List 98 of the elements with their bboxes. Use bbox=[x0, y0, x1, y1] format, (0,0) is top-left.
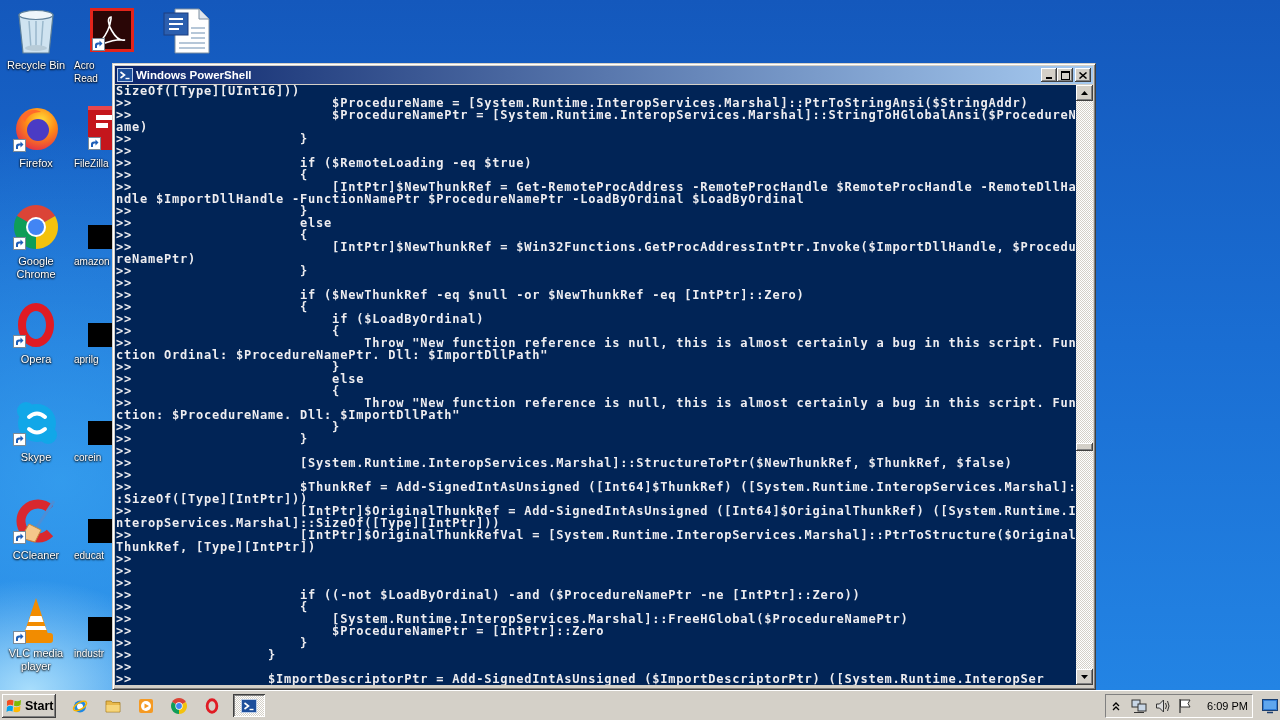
thumbnail-icon[interactable] bbox=[88, 519, 112, 543]
clock[interactable]: 6:09 PM bbox=[1207, 699, 1248, 712]
icon-label[interactable]: Opera bbox=[20, 353, 52, 366]
wheel-icon[interactable] bbox=[13, 204, 59, 250]
console-line: reNamePtr) bbox=[116, 253, 197, 265]
console-line: >> if ($NewThunkRef -eq $null -or $NewThunkRef -eq [IntPtr]::Zero) bbox=[116, 289, 805, 301]
console-line: >> } bbox=[116, 649, 277, 661]
console-line: >> else bbox=[116, 373, 365, 385]
console-line: >> $ThunkRef = Add-SignedIntAsUnsigned ([Int64]$ThunkRef) ([System.Runtime.InteropServices.Marshal]: bbox=[116, 481, 1076, 493]
console-line: >> [IntPtr]$OriginalThunkRefVal = [System.Runtime.InteropServices.Marshal]::PtrToStructure($Original bbox=[116, 529, 1076, 541]
icon-label[interactable]: Skype bbox=[20, 451, 52, 464]
console-line: >> } bbox=[116, 265, 309, 277]
cloud-icon[interactable] bbox=[13, 400, 59, 446]
console-line: >> { bbox=[116, 325, 341, 337]
console-line: >> [IntPtr]$NewThunkRef = $Win32Functions.GetProcAddressIntPtr.Invoke($ImportDllHandle, $Procedu bbox=[116, 241, 1076, 253]
terminal-icon bbox=[117, 67, 133, 83]
swirl-tile-icon[interactable] bbox=[90, 8, 134, 52]
icon-label[interactable]: FileZilla bbox=[74, 157, 109, 170]
close-icon bbox=[1079, 71, 1087, 79]
console-line: SizeOf([Type][UInt16])) bbox=[116, 85, 301, 97]
console-line: >> bbox=[116, 445, 132, 457]
close-button[interactable] bbox=[1075, 68, 1091, 82]
icon-label[interactable]: amazon bbox=[74, 255, 110, 268]
icon-label[interactable]: corein bbox=[74, 451, 102, 464]
console-line: >> bbox=[116, 553, 132, 565]
console-line: >> bbox=[116, 145, 132, 157]
thumbnail-icon[interactable] bbox=[88, 617, 112, 641]
console-line: >> [IntPtr]$OriginalThunkRef = Add-SignedIntAsUnsigned ([Int64]$OriginalThunkRef) ([System.Runtime.I bbox=[116, 505, 1076, 517]
console-line: >> $ProcedureName = [System.Runtime.InteropServices.Marshal]::PtrToStringAnsi($StringAddr) bbox=[116, 97, 1029, 109]
icon-label[interactable]: aprilg bbox=[74, 353, 99, 366]
console-line: >> $ProcedureNamePtr = [System.Runtime.InteropServices.Marshal]::StringToHGlobalAnsi($ProcedureN bbox=[116, 109, 1076, 121]
start-button[interactable]: Start bbox=[2, 693, 56, 718]
flag-icon[interactable] bbox=[1177, 697, 1194, 714]
taskbar-button[interactable] bbox=[233, 694, 265, 717]
icon-label[interactable]: Recycle Bin bbox=[6, 59, 66, 72]
wheel-icon[interactable] bbox=[171, 697, 187, 714]
monitor-icon[interactable] bbox=[1262, 697, 1278, 714]
console-line: >> } bbox=[116, 421, 341, 433]
console-line: >> { bbox=[116, 169, 309, 181]
app-tile-icon[interactable] bbox=[88, 106, 112, 150]
maximize-icon bbox=[1060, 70, 1070, 80]
icon-label[interactable]: CCleaner bbox=[12, 549, 60, 562]
console-line: >> } bbox=[116, 637, 309, 649]
chevron-up-icon[interactable] bbox=[1112, 700, 1121, 711]
caret-up-icon bbox=[1081, 91, 1088, 95]
maximize-button[interactable] bbox=[1057, 68, 1073, 82]
console-line: >> bbox=[116, 277, 132, 289]
console-line: >> Throw "New function reference is null, this is almost certainly a bug in this script. Fun bbox=[116, 397, 1076, 409]
icon-label[interactable]: Firefox bbox=[19, 157, 53, 170]
console-line: ndle $ImportDllHandle -FunctionNamePtr $ProcedureNamePtr -LoadByOrdinal $LoadByOrdinal bbox=[116, 193, 805, 205]
console-line: ThunkRef, [Type][IntPtr]) bbox=[116, 541, 317, 553]
thumbnail-icon[interactable] bbox=[88, 225, 112, 249]
console-line: >> bbox=[116, 577, 132, 589]
console-line: >> { bbox=[116, 229, 309, 241]
browser-globe-icon[interactable] bbox=[13, 106, 59, 152]
console-line: >> } bbox=[116, 205, 309, 217]
console-line: >> } bbox=[116, 133, 309, 145]
recycle-bin-icon[interactable] bbox=[17, 9, 55, 55]
document-icon[interactable] bbox=[163, 8, 211, 54]
window-title: Windows PowerShell bbox=[136, 68, 252, 82]
minimize-button[interactable] bbox=[1041, 68, 1057, 82]
caret-down-icon bbox=[1081, 675, 1088, 679]
icon-label[interactable]: educat bbox=[74, 549, 105, 562]
ring-icon[interactable] bbox=[204, 697, 220, 714]
console-line: >> $ImportDescriptorPtr = Add-SignedIntAsUnsigned ($ImportDescriptorPtr) ([System.Runtime.InteropSer bbox=[116, 673, 1045, 685]
console-line: ction Ordinal: $ProcedureNamePtr. Dll: $ImportDllPath" bbox=[116, 349, 549, 361]
console-line: >> bbox=[116, 661, 132, 673]
flag-logo-icon bbox=[5, 697, 23, 714]
console-line: >> if ($LoadByOrdinal) bbox=[116, 313, 485, 325]
console-line: >> } bbox=[116, 361, 341, 373]
icon-label[interactable]: Google Chrome bbox=[1, 255, 71, 281]
scrollbar-thumb[interactable] bbox=[1076, 442, 1093, 451]
thumbnail-icon[interactable] bbox=[88, 421, 112, 445]
terminal-icon bbox=[241, 697, 257, 714]
console-line: >> [IntPtr]$NewThunkRef = Get-RemoteProcAddress -RemoteProcHandle $RemoteProcHandle -RemoteDllHa bbox=[116, 181, 1076, 193]
console-line: >> Throw "New function reference is null, this is almost certainly a bug in this script. Fun bbox=[116, 337, 1076, 349]
console-line: >> $ProcedureNamePtr = [IntPtr]::Zero bbox=[116, 625, 605, 637]
scroll-down-button[interactable] bbox=[1076, 669, 1093, 685]
console-line: >> } bbox=[116, 433, 309, 445]
console-line: >> [System.Runtime.InteropServices.Marshal]::StructureToPtr($NewThunkRef, $ThunkRef, $false) bbox=[116, 457, 1013, 469]
console-line: >> { bbox=[116, 385, 341, 397]
icon-label[interactable]: Acro Read bbox=[74, 59, 110, 85]
thumbnail-icon[interactable] bbox=[88, 323, 112, 347]
scroll-up-button[interactable] bbox=[1076, 85, 1093, 101]
console-line: ame) bbox=[116, 121, 149, 133]
console-line: >> bbox=[116, 469, 132, 481]
console-line: >> if ($RemoteLoading -eq $true) bbox=[116, 157, 533, 169]
console-line: >> if ((-not $LoadByOrdinal) -and ($ProcedureNamePtr -ne [IntPtr]::Zero)) bbox=[116, 589, 861, 601]
network-icon[interactable] bbox=[1131, 697, 1148, 714]
console-line: ction: $ProcedureName. Dll: $ImportDllPath" bbox=[116, 409, 461, 421]
console-line: >> { bbox=[116, 301, 309, 313]
speaker-icon[interactable] bbox=[1155, 697, 1172, 714]
console-line: >> else bbox=[116, 217, 333, 229]
console-line: nteropServices.Marshal]::SizeOf([Type][IntPtr])) bbox=[116, 517, 501, 529]
console-line: >> [System.Runtime.InteropServices.Marshal]::FreeHGlobal($ProcedureNamePtr) bbox=[116, 613, 909, 625]
console-line: >> { bbox=[116, 601, 309, 613]
console-line: :SizeOf([Type][IntPtr])) bbox=[116, 493, 309, 505]
console-line: >> bbox=[116, 565, 132, 577]
